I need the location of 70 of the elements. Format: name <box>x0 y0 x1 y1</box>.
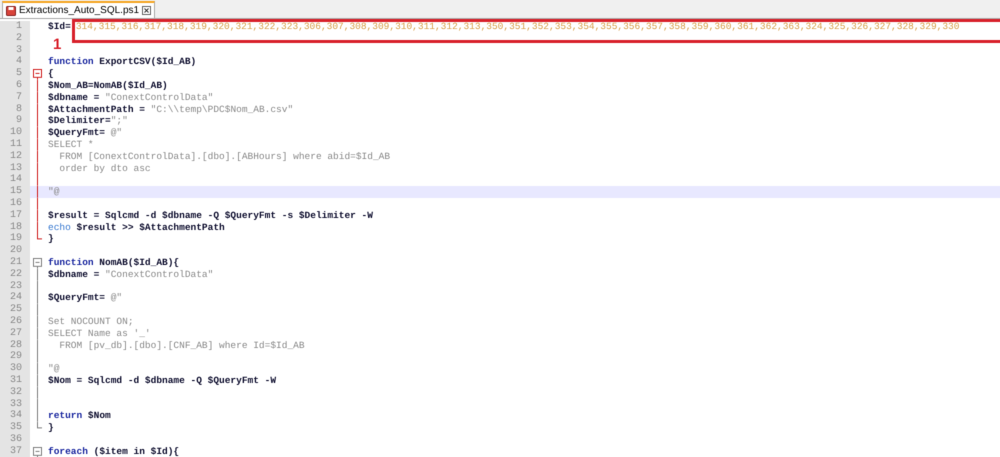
code-line: FROM [pv_db].[dbo].[CNF_AB] where Id=$Id_AB <box>58 340 305 352</box>
code-line: echo $result >> $AttachmentPath <box>48 222 225 234</box>
line-number: 1 <box>0 21 30 33</box>
line-number: 14 <box>0 174 30 186</box>
tab-label: Extractions_Auto_SQL.ps1 <box>19 5 140 16</box>
code-line: $AttachmentPath = "C:\\temp\PDC$Nom_AB.csv" <box>48 104 294 116</box>
line-number: 2 <box>0 32 30 45</box>
line-number: 25 <box>0 304 30 316</box>
code-line: $result = Sqlcmd -d $dbname -Q $QueryFmt -s $Delimiter -W <box>48 210 373 222</box>
line-number: 5 <box>0 68 30 80</box>
code-line: $Nom = Sqlcmd -d $dbname -Q $QueryFmt -W <box>48 374 276 387</box>
line-number: 31 <box>0 374 30 387</box>
code-line: $dbname = "ConextControlData" <box>48 92 214 104</box>
line-number: 26 <box>0 316 30 328</box>
code-line: SELECT Name as '_' <box>48 328 151 340</box>
line-number: 10 <box>0 127 30 139</box>
line-number: 33 <box>0 398 30 410</box>
line-number: 16 <box>0 198 30 210</box>
code-line: function NomAB($Id_AB){ <box>48 256 180 269</box>
code-line: Set NOCOUNT ON; <box>48 316 134 328</box>
line-number: 20 <box>0 245 30 257</box>
line-number: 27 <box>0 328 30 340</box>
file-tab[interactable]: Extractions_Auto_SQL.ps1 <box>2 1 156 18</box>
code-line: $Nom_AB=NomAB($Id_AB) <box>48 80 168 92</box>
line-number: 19 <box>0 233 30 246</box>
line-number: 4 <box>0 56 30 68</box>
line-number: 7 <box>0 92 30 104</box>
fold-toggle-icon[interactable] <box>32 256 44 269</box>
line-number: 36 <box>0 434 30 446</box>
line-number: 12 <box>0 150 30 163</box>
code-line: function ExportCSV($Id_AB) <box>48 56 196 68</box>
code-line: FROM [ConextControlData].[dbo].[ABHours] where abid=$Id_AB <box>58 150 390 163</box>
code-line: } <box>48 422 54 434</box>
line-number: 35 <box>0 422 30 434</box>
code-line: return $Nom <box>48 410 111 422</box>
code-line: order by dto asc <box>58 162 151 174</box>
line-number: 8 <box>0 104 30 116</box>
line-number: 17 <box>0 210 30 222</box>
code-line: foreach ($item in $Id){ <box>48 446 180 457</box>
fold-toggle-icon[interactable] <box>32 446 44 457</box>
code-line: "@ <box>48 363 60 375</box>
line-number: 6 <box>0 80 30 92</box>
code-line: { <box>48 68 54 80</box>
code-line: } <box>48 233 54 246</box>
line-number: 22 <box>0 268 30 281</box>
annotation-number: 1 <box>53 36 62 53</box>
code-line: $dbname = "ConextControlData" <box>48 268 214 281</box>
line-number: 29 <box>0 351 30 364</box>
code-line: $QueryFmt= @" <box>48 292 122 304</box>
line-number: 3 <box>0 44 30 56</box>
code-line: SELECT * <box>48 138 94 151</box>
fold-toggle-icon[interactable] <box>32 68 44 80</box>
line-number: 9 <box>0 115 30 128</box>
close-icon[interactable] <box>142 6 152 15</box>
code-line: $Delimiter=";" <box>48 115 128 128</box>
line-number: 34 <box>0 410 30 422</box>
line-number: 13 <box>0 162 30 174</box>
line-number: 15 <box>0 186 30 198</box>
line-number: 21 <box>0 256 30 269</box>
line-number: 23 <box>0 280 30 292</box>
line-number: 24 <box>0 292 30 304</box>
code-line: $QueryFmt= @" <box>48 127 122 139</box>
line-number: 11 <box>0 138 30 151</box>
code-line: "@ <box>48 186 60 198</box>
line-number: 28 <box>0 340 30 352</box>
code-line: $Id= 314,315,316,317,318,319,320,321,322,323,306,307,308,309,310,311,312,313,350,351,352,353,354,355,356,357,358,359,360,361,362,363,324,325,326,327,328,329,330 <box>48 21 960 33</box>
line-number: 30 <box>0 363 30 375</box>
line-number: 37 <box>0 446 30 457</box>
line-number: 18 <box>0 222 30 234</box>
line-number: 32 <box>0 386 30 398</box>
